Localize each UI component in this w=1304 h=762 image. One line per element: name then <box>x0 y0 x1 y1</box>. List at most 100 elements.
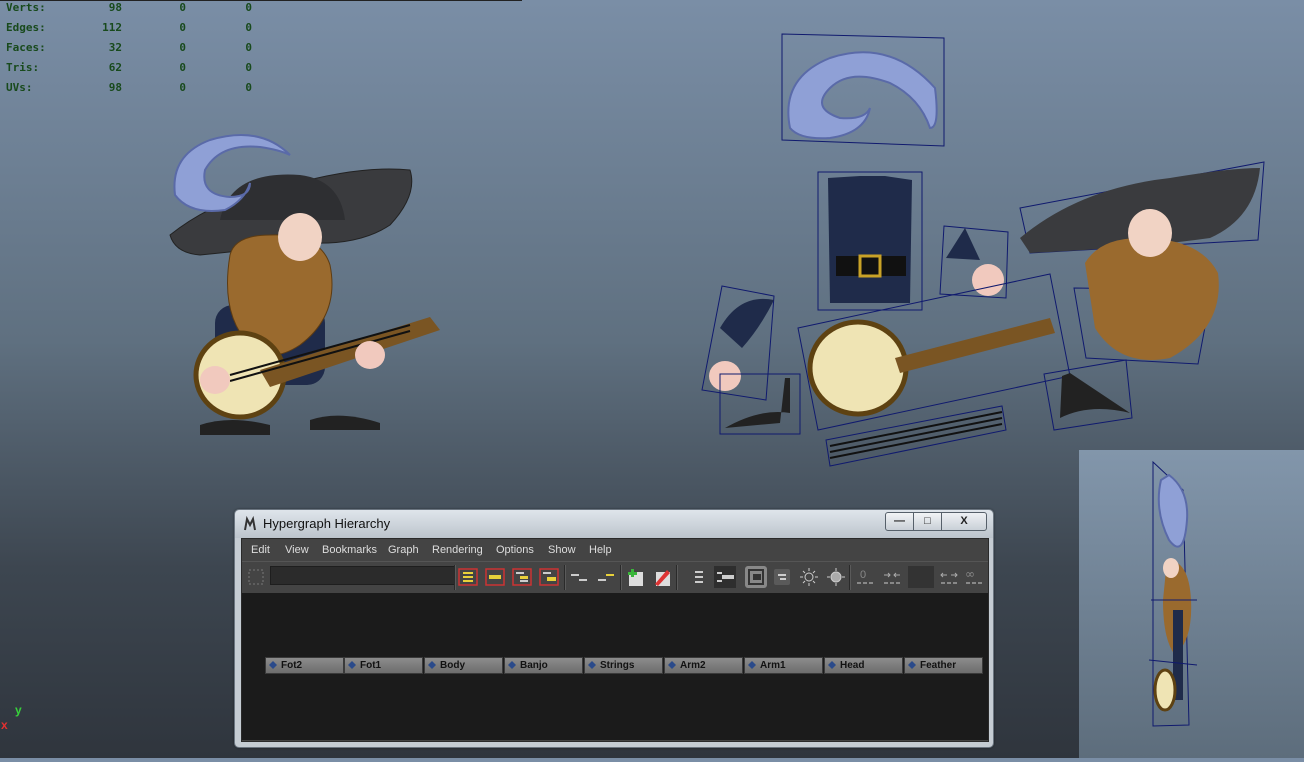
edit-bookmark-icon[interactable] <box>652 566 672 588</box>
node-label: Arm2 <box>680 660 706 671</box>
node-label: Strings <box>600 660 635 671</box>
node-strings[interactable]: Strings <box>584 657 663 674</box>
frame-hierarchy-icon[interactable] <box>512 566 532 588</box>
hud-value-object: 32 <box>108 41 122 54</box>
menu-options[interactable]: Options <box>496 544 534 556</box>
hud-value-component: 0 <box>245 81 252 94</box>
blank-swatch[interactable] <box>908 566 934 588</box>
side-view-panel[interactable] <box>1079 450 1304 758</box>
arm2-part[interactable] <box>701 285 775 401</box>
gnome-parts-exploded[interactable] <box>690 28 1280 478</box>
node-fot2[interactable]: Fot2 <box>265 657 344 674</box>
window-titlebar[interactable]: Hypergraph Hierarchy — □ X <box>235 510 993 538</box>
hud-value-component: 0 <box>245 1 252 14</box>
node-label: Feather <box>920 660 957 671</box>
hud-value-component: 0 <box>245 41 252 54</box>
axis-y-label: y <box>15 703 22 717</box>
node-fot1[interactable]: Fot1 <box>344 657 423 674</box>
node-label: Banjo <box>520 660 548 671</box>
link-icon[interactable] <box>882 566 902 588</box>
close-button[interactable]: X <box>941 512 987 531</box>
toolbar-separator <box>676 565 678 590</box>
transform-node-icon <box>269 661 277 669</box>
poly-count-hud: Verts: 98 0 0 Edges: 112 0 0 Faces: 32 0… <box>0 0 522 101</box>
feather-part[interactable] <box>781 33 945 147</box>
hud-value-selected: 0 <box>179 61 186 74</box>
previous-view-icon[interactable] <box>569 566 589 588</box>
window-title: Hypergraph Hierarchy <box>263 516 391 531</box>
swatch-icon[interactable]: 0 <box>855 566 875 588</box>
toolbar-separator <box>564 565 566 590</box>
body-part[interactable] <box>817 171 923 311</box>
hypergraph-canvas[interactable]: Fot2 Fot1 Body Banjo Strings Arm2 Arm1 H… <box>242 593 988 740</box>
menu-help[interactable]: Help <box>589 544 612 556</box>
hud-row-uvs: UVs: 98 0 0 <box>0 81 270 101</box>
view-axis-indicator: y x <box>0 700 30 740</box>
output-icon[interactable] <box>772 566 792 588</box>
hud-label: UVs: <box>6 81 33 94</box>
menu-edit[interactable]: Edit <box>251 544 270 556</box>
hud-row-faces: Faces: 32 0 0 <box>0 41 270 61</box>
add-bookmark-icon[interactable] <box>625 566 645 588</box>
node-label: Body <box>440 660 465 671</box>
node-label: Fot1 <box>360 660 382 671</box>
simple-mode-icon[interactable] <box>689 566 709 588</box>
head-part[interactable] <box>1019 161 1265 365</box>
node-arm2[interactable]: Arm2 <box>664 657 743 674</box>
menu-bookmarks[interactable]: Bookmarks <box>322 544 377 556</box>
next-view-icon[interactable] <box>596 566 616 588</box>
side-view-model[interactable] <box>1079 450 1304 758</box>
transform-node-icon <box>588 661 596 669</box>
menu-graph[interactable]: Graph <box>388 544 419 556</box>
node-label: Head <box>840 660 865 671</box>
hud-value-selected: 0 <box>179 81 186 94</box>
maya-app-icon <box>244 516 256 531</box>
transform-node-icon <box>428 661 436 669</box>
hud-value-object: 98 <box>108 1 122 14</box>
node-label: Fot2 <box>281 660 303 671</box>
input-output-icon[interactable] <box>745 566 767 588</box>
transform-node-icon <box>348 661 356 669</box>
infinity-icon[interactable]: ∞ <box>964 566 984 588</box>
frame-branch-icon[interactable] <box>539 566 559 588</box>
axis-x-label: x <box>1 718 8 732</box>
hypergraph-toolbar: 0 ∞ <box>242 561 988 594</box>
arm1-part[interactable] <box>939 225 1009 299</box>
transform-node-icon <box>668 661 676 669</box>
menu-rendering[interactable]: Rendering <box>432 544 483 556</box>
hud-value-selected: 0 <box>179 41 186 54</box>
collapse-icon[interactable] <box>826 566 846 588</box>
hud-label: Faces: <box>6 41 46 54</box>
svg-text:∞: ∞ <box>965 567 975 581</box>
connect-icon[interactable] <box>939 566 959 588</box>
hud-label: Verts: <box>6 1 46 14</box>
toolbar-separator <box>454 565 456 590</box>
bookmark-name-field[interactable] <box>270 566 456 585</box>
transform-node-icon <box>908 661 916 669</box>
node-banjo[interactable]: Banjo <box>504 657 583 674</box>
node-body[interactable]: Body <box>424 657 503 674</box>
gnome-character-assembled[interactable] <box>160 125 450 445</box>
frame-all-icon[interactable] <box>458 566 478 588</box>
menu-show[interactable]: Show <box>548 544 576 556</box>
foot1-part[interactable] <box>1043 359 1133 431</box>
maximize-button[interactable]: □ <box>913 512 942 531</box>
hud-row-tris: Tris: 62 0 0 <box>0 61 270 81</box>
hypergraph-window[interactable]: Hypergraph Hierarchy — □ X Edit View Boo… <box>234 509 994 748</box>
scene-hierarchy-icon[interactable] <box>714 566 736 588</box>
transform-node-icon <box>748 661 756 669</box>
hud-row-edges: Edges: 112 0 0 <box>0 21 270 41</box>
frame-selection-icon[interactable] <box>485 566 505 588</box>
node-head[interactable]: Head <box>824 657 903 674</box>
node-arm1[interactable]: Arm1 <box>744 657 823 674</box>
minimize-button[interactable]: — <box>885 512 914 531</box>
hud-value-component: 0 <box>245 21 252 34</box>
svg-text:0: 0 <box>860 569 866 581</box>
node-feather[interactable]: Feather <box>904 657 983 674</box>
transform-node-icon <box>828 661 836 669</box>
hud-row-verts: Verts: 98 0 0 <box>0 1 270 21</box>
menu-view[interactable]: View <box>285 544 309 556</box>
hud-value-object: 112 <box>102 21 122 34</box>
expand-icon[interactable] <box>799 566 819 588</box>
grab-handle-icon[interactable] <box>246 566 266 588</box>
